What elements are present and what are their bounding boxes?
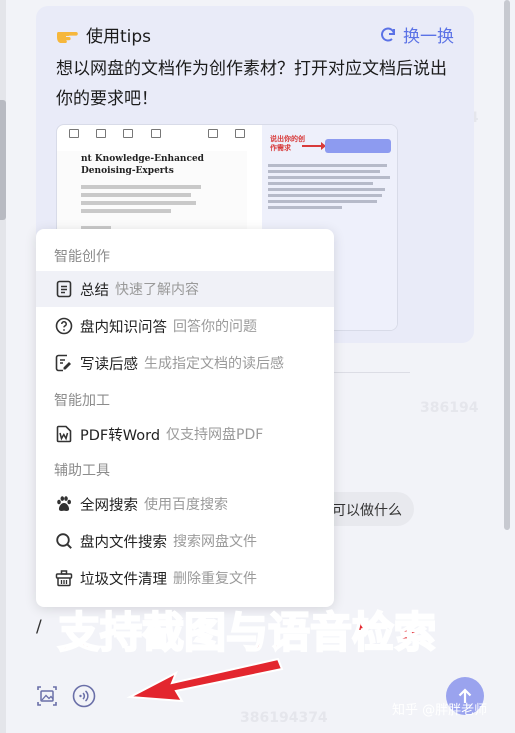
preview-doc-title: nt Knowledge-Enhanced Denoising-Experts <box>81 154 204 176</box>
preview-tool-icon <box>145 129 166 147</box>
left-scrollbar-thumb[interactable] <box>0 100 6 220</box>
right-scrollbar-thumb[interactable] <box>504 0 510 530</box>
menu-item-desc: 生成指定文档的读后感 <box>144 356 284 372</box>
search-icon <box>54 531 74 551</box>
preview-toolbar <box>57 125 257 151</box>
screenshot-image-icon[interactable] <box>36 685 58 707</box>
menu-item-knowledge-qa[interactable]: 盘内知识问答 回答你的问题 <box>36 308 334 344</box>
menu-item-label: 写读后感 <box>80 356 138 373</box>
trash-icon <box>54 568 74 588</box>
menu-item-junk-clean[interactable]: 垃圾文件清理 删除重复文件 <box>36 560 334 596</box>
right-scrollbar[interactable] <box>503 0 511 530</box>
menu-item-desc: 删除重复文件 <box>173 571 257 587</box>
pointing-hand-icon <box>56 23 78 45</box>
preview-tool-icon <box>118 129 139 147</box>
input-text[interactable]: / <box>36 617 42 637</box>
preview-blue-button <box>325 139 391 153</box>
question-icon <box>54 316 74 336</box>
tips-title: 使用tips <box>86 26 152 47</box>
menu-item-desc: 快速了解内容 <box>115 282 199 298</box>
preview-text-line <box>81 201 196 205</box>
voice-input-icon[interactable] <box>72 684 96 708</box>
tips-text: 想以网盘的文档作为创作素材？打开对应文档后说出你的要求吧！ <box>56 59 447 109</box>
menu-item-pdf-to-word[interactable]: PDF转Word 仅支持网盘PDF <box>36 416 334 452</box>
menu-item-label: 盘内知识问答 <box>80 319 167 336</box>
preview-tool-icon <box>63 129 84 147</box>
zhihu-watermark: 知乎 @胖胖老师 <box>392 703 488 718</box>
preview-red-arrow <box>302 142 326 150</box>
document-icon <box>54 279 74 299</box>
suggestion-chip-label: 可以做什么 <box>332 503 402 519</box>
menu-item-desc: 仅支持网盘PDF <box>166 427 264 443</box>
preview-paragraph <box>268 161 392 212</box>
refresh-button[interactable]: 换一换 <box>379 22 454 47</box>
menu-item-desc: 使用百度搜索 <box>144 497 228 513</box>
refresh-label: 换一换 <box>403 27 454 47</box>
preview-text-line <box>81 185 201 189</box>
menu-section-title: 智能创作 <box>54 249 110 265</box>
red-arrow-annotation <box>126 657 284 703</box>
menu-section-title: 智能加工 <box>54 393 110 409</box>
preview-tool-icon <box>230 129 251 147</box>
menu-item-label: 垃圾文件清理 <box>80 571 167 588</box>
preview-tool-icon <box>90 129 111 147</box>
menu-item-label: 盘内文件搜索 <box>80 534 167 551</box>
menu-item-review[interactable]: 写读后感 生成指定文档的读后感 <box>36 345 334 381</box>
annotation-caption: 支持截图与语音检索 <box>57 607 437 658</box>
menu-item-label: 总结 <box>80 282 109 299</box>
menu-item-summary[interactable]: 总结 快速了解内容 <box>36 271 334 307</box>
tips-header: 使用tips <box>56 22 152 47</box>
pen-doc-icon <box>54 353 74 373</box>
menu-item-desc: 回答你的问题 <box>173 319 257 335</box>
baidu-paw-icon <box>54 494 74 514</box>
menu-item-label: PDF转Word <box>80 427 161 444</box>
watermark: 386194 <box>420 400 479 416</box>
menu-item-label: 全网搜索 <box>80 497 138 514</box>
chat-input-area[interactable]: / 支持截图与语音检索 知乎 @胖胖老师 <box>36 607 487 733</box>
menu-section-title: 辅助工具 <box>54 463 110 479</box>
word-icon <box>54 424 74 444</box>
menu-item-desc: 搜索网盘文件 <box>173 534 257 550</box>
preview-tool-icon <box>202 129 223 147</box>
menu-item-file-search[interactable]: 盘内文件搜索 搜索网盘文件 <box>36 523 334 559</box>
menu-item-web-search[interactable]: 全网搜索 使用百度搜索 <box>36 486 334 522</box>
command-menu: 智能创作 总结 快速了解内容 盘内知识问答 回答你的问题 写读后感 生成指定文档… <box>36 229 334 607</box>
refresh-icon <box>381 27 395 41</box>
preview-text-line <box>81 209 171 213</box>
preview-text-line <box>81 193 191 197</box>
preview-red-note: 说出你的创作需求 <box>270 135 305 152</box>
